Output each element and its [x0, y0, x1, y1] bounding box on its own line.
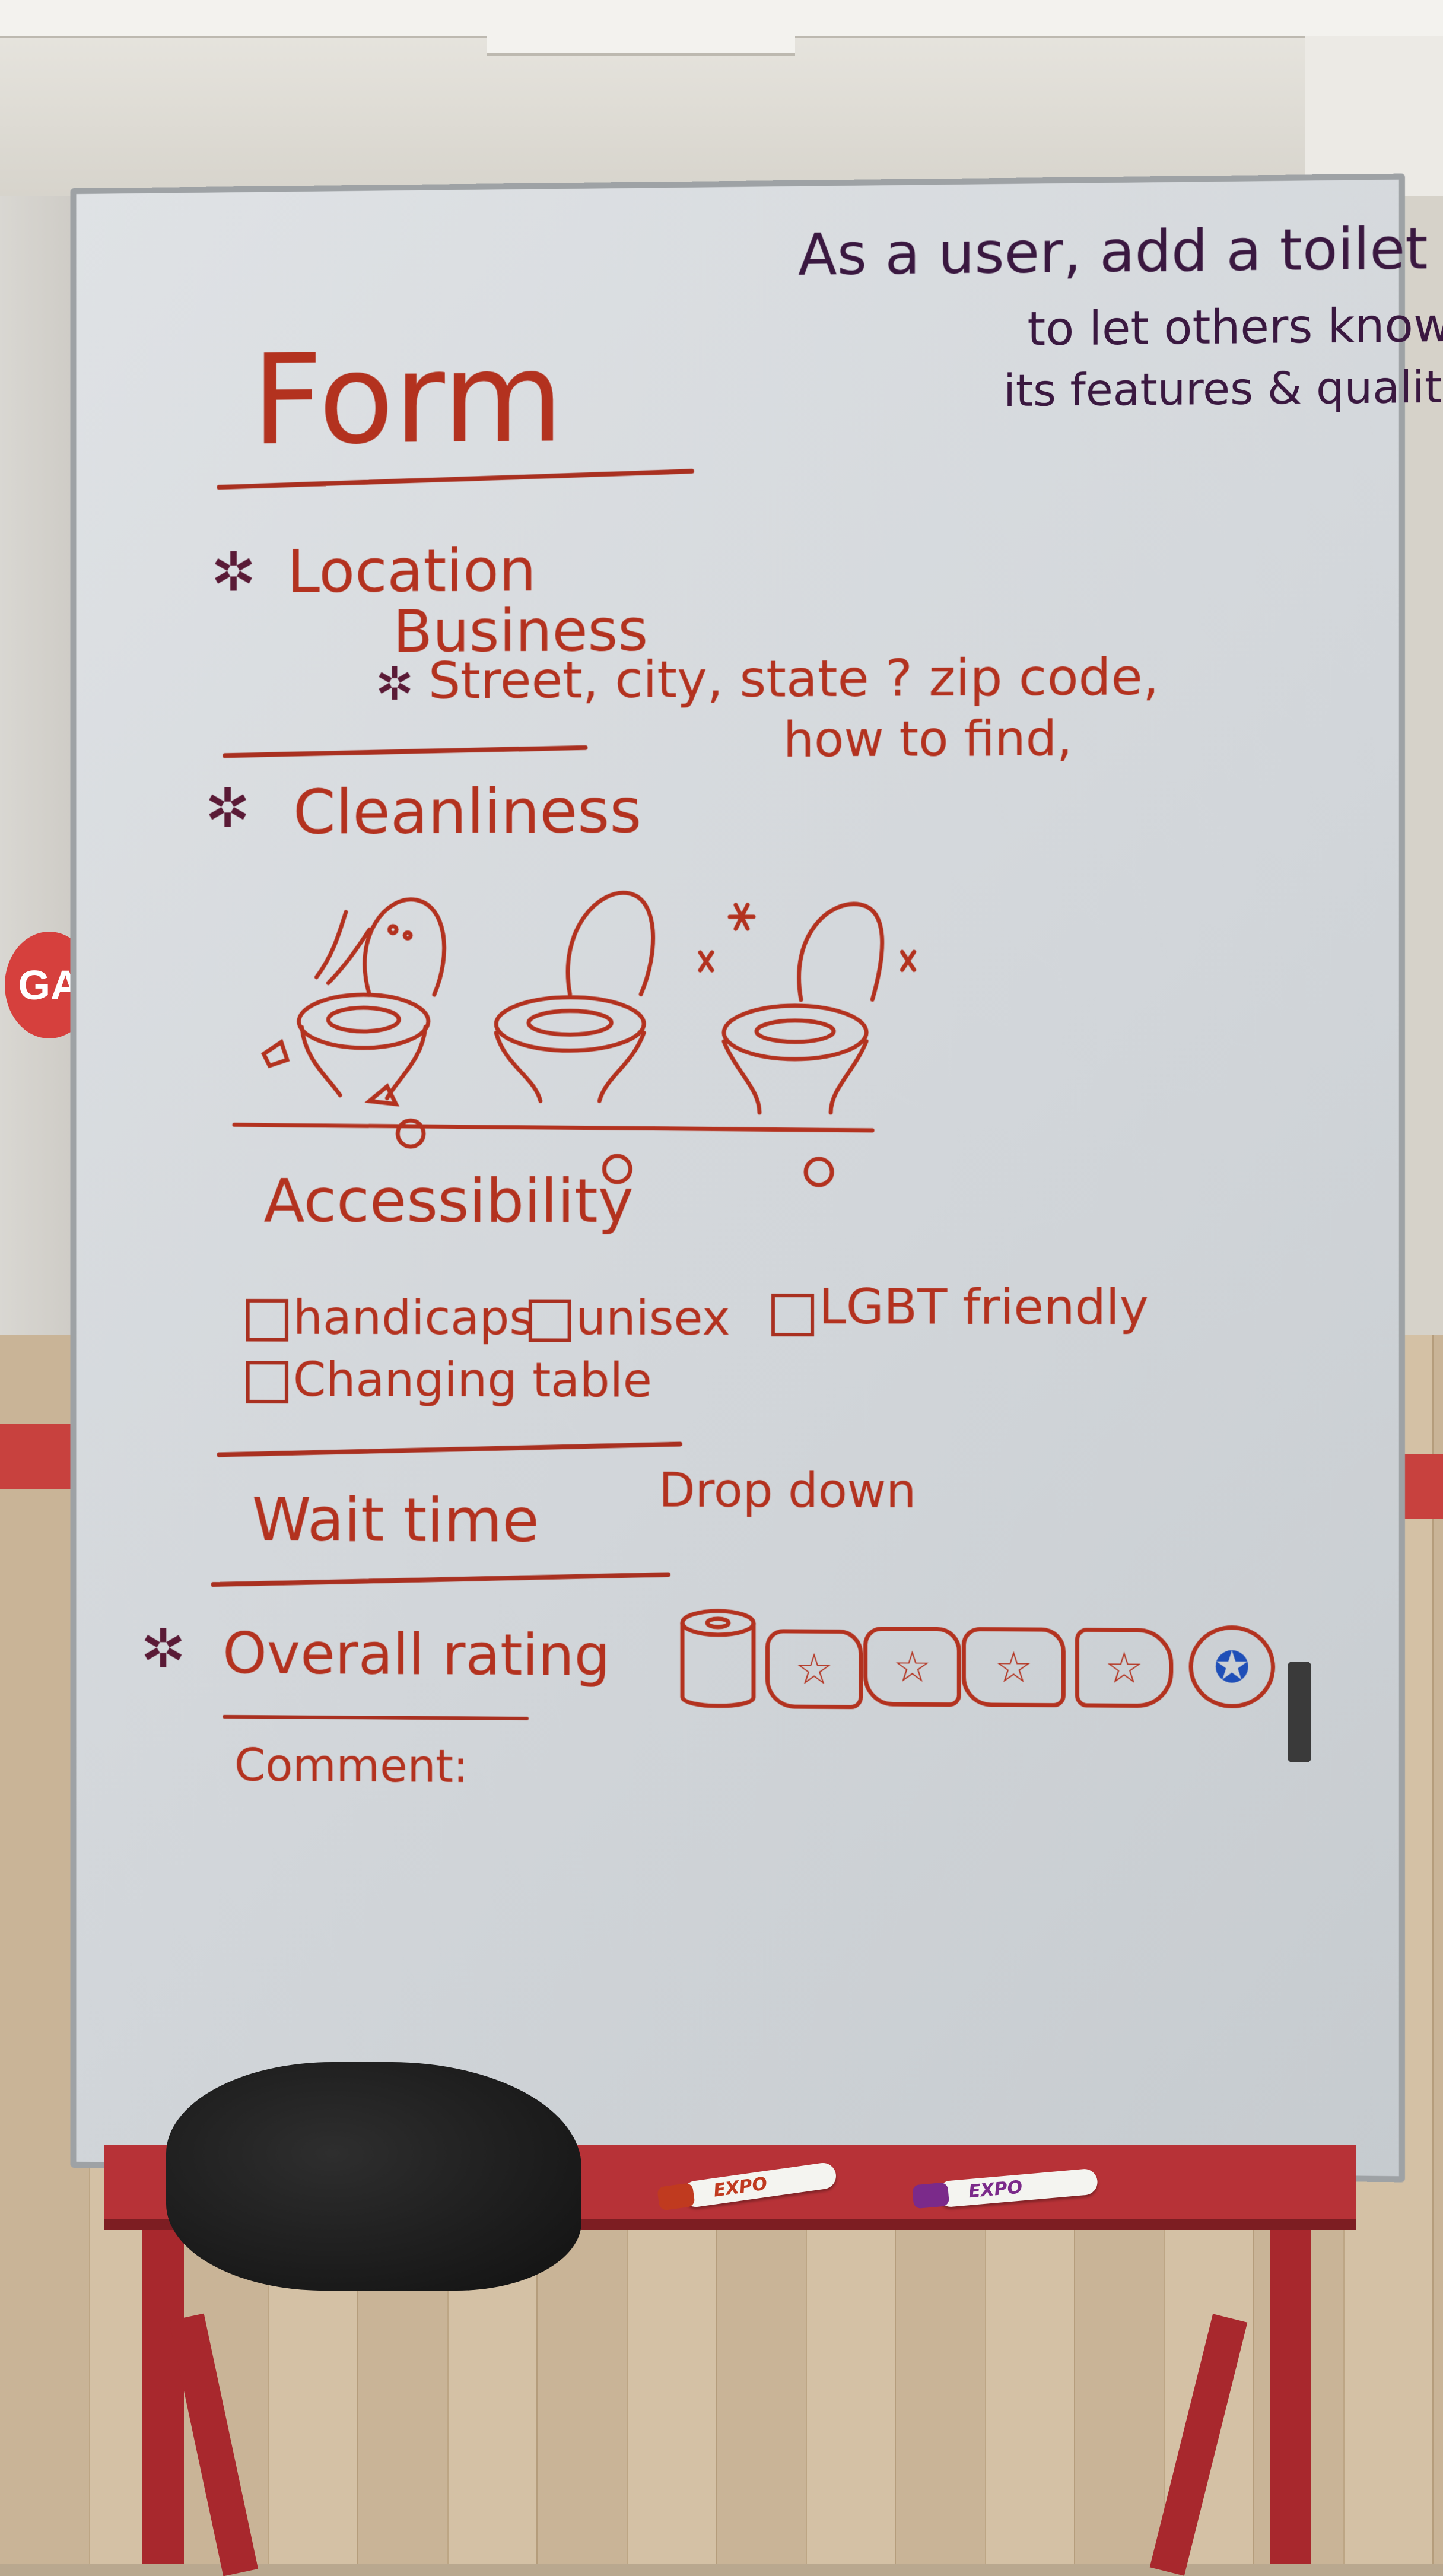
address-fields: Street, city, state ? zip code, — [428, 647, 1159, 711]
checkbox-lgbt-friendly — [771, 1294, 814, 1336]
easel-leg-left — [142, 2219, 184, 2564]
rating-star-4-icon: ☆ — [1075, 1628, 1173, 1708]
location-label: Location — [287, 535, 536, 606]
option-unisex: unisex — [576, 1291, 730, 1346]
cleanliness-toilet-scale — [193, 862, 1081, 1196]
user-story-line-3: its features & quality — [1003, 361, 1443, 417]
clean-toilet-icon — [700, 904, 914, 1113]
checkbox-changing-table — [246, 1361, 288, 1403]
required-star-location-icon: ✲ — [211, 541, 256, 604]
option-changing-table: Changing table — [293, 1352, 652, 1408]
location-divider — [223, 745, 587, 758]
user-story-line-2: to let others know — [1027, 298, 1443, 356]
rating-star-5-icon: ✪ — [1189, 1625, 1276, 1709]
eraser-cloth — [166, 2062, 581, 2291]
purple-marker-brand: EXPO — [968, 2177, 1024, 2202]
required-star-rating-icon: ✲ — [141, 1617, 186, 1681]
purple-marker-cap — [912, 2182, 949, 2209]
wait-time-label: Wait time — [252, 1485, 539, 1556]
comment-label: Comment: — [234, 1739, 468, 1793]
whiteboard: As a user, add a toilet to let others kn… — [71, 174, 1405, 2183]
checkbox-handicaps — [246, 1299, 288, 1342]
wait-time-divider — [211, 1572, 670, 1587]
required-star-cleanliness-icon: ✲ — [205, 777, 250, 840]
rating-star-3-icon: ☆ — [962, 1627, 1066, 1707]
red-marker-cap — [657, 2183, 695, 2211]
red-marker-brand: EXPO — [712, 2173, 768, 2201]
dirty-toilet-icon — [263, 900, 444, 1104]
ceiling — [0, 0, 1443, 196]
wait-time-dropdown-note: Drop down — [659, 1463, 916, 1519]
overall-rating-label: Overall rating — [223, 1621, 610, 1689]
required-star-street-icon: ✲ — [376, 658, 414, 711]
option-lgbt-friendly: LGBT friendly — [819, 1279, 1149, 1336]
toilet-paper-roll-icon — [676, 1608, 765, 1716]
option-handicaps: handicaps — [293, 1290, 534, 1345]
accessibility-divider — [217, 1441, 682, 1457]
board-clip — [1288, 1662, 1311, 1762]
easel-leg-right — [1270, 2219, 1311, 2564]
checkbox-unisex — [529, 1300, 571, 1342]
rating-star-2-icon: ☆ — [863, 1627, 961, 1707]
rating-divider — [223, 1715, 529, 1720]
rating-star-1-icon: ☆ — [765, 1629, 863, 1709]
accessibility-label: Accessibility — [263, 1166, 633, 1237]
how-to-find-field: how to find, — [783, 710, 1072, 768]
neutral-toilet-icon — [496, 892, 653, 1101]
user-story-line-1: As a user, add a toilet — [798, 215, 1428, 288]
form-title: Form — [252, 325, 564, 473]
cleanliness-label: Cleanliness — [293, 775, 642, 849]
